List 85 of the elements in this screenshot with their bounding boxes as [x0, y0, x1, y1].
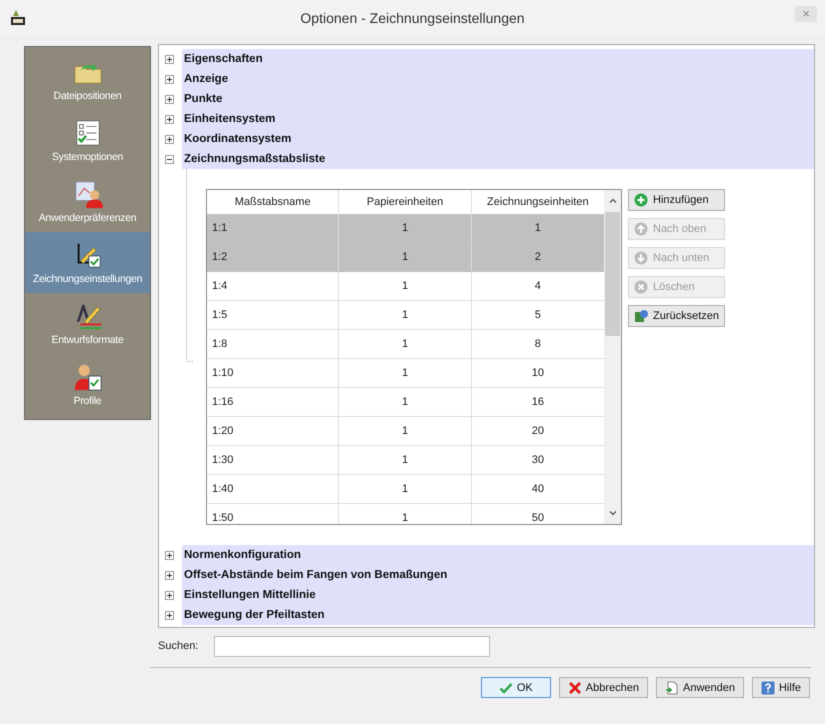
table-row[interactable]: 1:20 1 20 [207, 417, 604, 446]
sidebar-label: Systemoptionen [52, 151, 124, 163]
expand-icon[interactable] [165, 54, 174, 64]
table-row[interactable]: 1:4 1 4 [207, 272, 604, 301]
table-cell-text: 50 [530, 511, 545, 524]
dialog-button[interactable]: Anwenden [656, 677, 744, 698]
table-cell-text: 10 [530, 366, 545, 381]
table-cell: 1:16 [207, 388, 340, 416]
expand-icon[interactable] [165, 134, 174, 144]
scroll-thumb[interactable] [605, 212, 620, 336]
app-icon [10, 10, 26, 26]
table-action-button[interactable]: Hinzufügen [628, 189, 726, 211]
table-cell-text: 40 [530, 482, 545, 497]
table-cell-text: 2 [534, 250, 542, 265]
sidebar-label: Entwurfsformate [52, 334, 124, 346]
scroll-down-icon[interactable] [608, 508, 618, 518]
expand-icon[interactable] [165, 74, 174, 84]
table-cell-text: 5 [534, 308, 542, 323]
dialog-button[interactable]: Abbrechen [558, 677, 648, 698]
table-cell-text: 8 [534, 337, 542, 352]
column-header[interactable]: Zeichnungseinheiten [472, 190, 604, 214]
arrow-down-icon [634, 251, 648, 265]
expand-icon[interactable] [165, 550, 174, 560]
table-cell: 1:40 [207, 475, 340, 503]
search-label: Suchen: [158, 640, 198, 652]
table-action-button[interactable]: Zurücksetzen [628, 305, 726, 327]
table-row[interactable]: 1:16 1 16 [207, 388, 604, 417]
document-arrow-icon [664, 680, 679, 694]
expand-icon[interactable] [165, 570, 174, 580]
add-icon [634, 193, 648, 207]
table-cell: 1 [339, 272, 472, 300]
expand-icon[interactable] [165, 590, 174, 600]
sidebar-label: Anwenderpräferenzen [38, 212, 136, 224]
table-cell-text: 1 [534, 221, 542, 236]
dialog-button[interactable]: Hilfe [752, 677, 810, 698]
expand-icon[interactable] [165, 610, 174, 620]
table-cell-text: 30 [530, 453, 545, 468]
dialog-button[interactable]: OK [480, 677, 551, 698]
reset-icon [634, 309, 648, 323]
table-cell: 1 [339, 504, 472, 524]
table-cell: 1 [339, 446, 472, 474]
table-cell: 1 [339, 330, 472, 358]
table-cell: 1:30 [207, 446, 340, 474]
table-cell: 1:10 [207, 359, 340, 387]
table-row[interactable]: 1:5 1 5 [207, 301, 604, 330]
expand-icon[interactable] [165, 94, 174, 104]
table-cell: 1:50 [207, 504, 340, 524]
table-row[interactable]: 1:40 1 40 [207, 475, 604, 504]
table-cell-text: 20 [530, 424, 545, 439]
collapse-icon[interactable] [165, 154, 174, 164]
table-cell: 1:8 [207, 330, 340, 358]
table-cell: 1 [339, 475, 472, 503]
sidebar-label: Profile [74, 395, 102, 407]
check-icon [498, 680, 513, 694]
table-cell: 1 [339, 388, 472, 416]
table-cell: 1 [339, 417, 472, 445]
table-row[interactable]: 1:1 1 1 [207, 214, 604, 243]
search-field[interactable] [214, 636, 490, 656]
table-cell-text: 16 [530, 395, 545, 410]
user-chart-icon [72, 179, 102, 209]
table-cell: 1 [339, 214, 472, 242]
arrow-up-icon [634, 222, 648, 236]
table-cell: 1:1 [207, 214, 340, 242]
help-icon [760, 680, 775, 694]
window-title: Optionen - Zeichnungseinstellungen [299, 10, 526, 26]
table-row[interactable]: 1:8 1 8 [207, 330, 604, 359]
delete-icon [634, 280, 648, 294]
sidebar-label: Zeichnungseinstellungen [32, 273, 142, 285]
sidebar-label: Dateipositionen [54, 90, 122, 102]
close-icon [568, 680, 582, 694]
table-cell: 1 [339, 301, 472, 329]
table-row[interactable]: 1:10 1 10 [207, 359, 604, 388]
sidebar-item[interactable]: Zeichnungseinstellungen [25, 232, 150, 293]
user-checklist-icon [72, 362, 102, 392]
table-row[interactable]: 1:2 1 2 [207, 243, 604, 272]
table-cell: 1 [339, 359, 472, 387]
scrollbar[interactable] [604, 190, 621, 524]
table-cell: 1:20 [207, 417, 340, 445]
table-cell-text: 4 [534, 279, 542, 294]
table-cell: 1:2 [207, 243, 340, 271]
table-row[interactable]: 1:30 1 30 [207, 446, 604, 475]
expand-icon[interactable] [165, 114, 174, 124]
table-cell: 1:4 [207, 272, 340, 300]
table-cell: 1 [339, 243, 472, 271]
table-cell: 1:5 [207, 301, 340, 329]
